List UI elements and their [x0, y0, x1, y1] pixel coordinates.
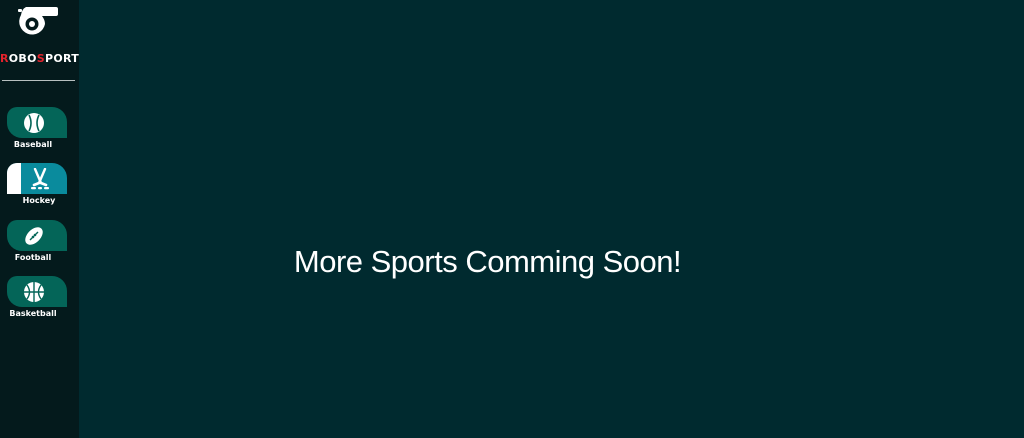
- basketball-icon: [24, 282, 44, 302]
- whistle-icon[interactable]: [12, 3, 60, 35]
- baseball-icon: [24, 113, 44, 133]
- brand-name[interactable]: ROBOSPORTS: [0, 52, 87, 66]
- hockey-sticks-icon: [31, 168, 49, 190]
- sidebar-divider: [2, 80, 75, 81]
- sidebar-item-hockey[interactable]: Hockey: [0, 163, 79, 211]
- sidebar-item-label: Basketball: [9, 309, 57, 318]
- sidebar-item-basketball[interactable]: Basketball: [0, 276, 79, 324]
- sidebar-item-label: Hockey: [22, 196, 56, 205]
- brand-part-1: OBO: [8, 52, 37, 65]
- sidebar-item-label: Baseball: [13, 140, 53, 149]
- coming-soon-message: More Sports Comming Soon!: [293, 244, 682, 279]
- brand-letter-r: R: [0, 52, 9, 65]
- main-content: [79, 0, 1024, 438]
- brand-letter-s: S: [36, 52, 46, 65]
- sidebar-item-baseball[interactable]: Baseball: [0, 107, 79, 155]
- sidebar: ROBOSPORTS Baseball Hockey Football Bask…: [0, 0, 87, 438]
